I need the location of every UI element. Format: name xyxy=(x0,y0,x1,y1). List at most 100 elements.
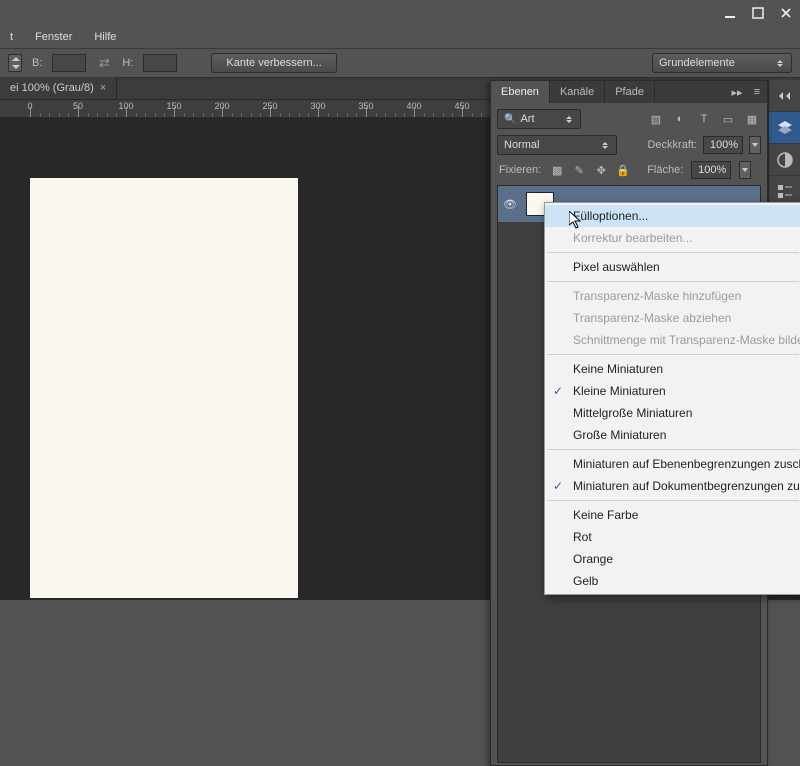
context-menu-item[interactable]: ✓ Kleine Miniaturen xyxy=(545,380,800,402)
ruler-tick-label: 100 xyxy=(118,101,133,111)
context-menu-item: Transparenz-Maske hinzufügen xyxy=(545,285,800,307)
options-bar: B: ⇄ H: Kante verbessern... Grundelement… xyxy=(0,48,800,78)
search-icon: 🔍 xyxy=(504,114,516,125)
chevron-updown-icon xyxy=(600,142,610,149)
panel-collapse-icon[interactable] xyxy=(769,80,800,112)
context-menu-label: Pixel auswählen xyxy=(573,260,660,274)
window-controls xyxy=(716,0,800,26)
context-menu-separator xyxy=(547,354,799,355)
context-menu-item: Korrektur bearbeiten... xyxy=(545,227,800,249)
context-menu-item[interactable]: Orange xyxy=(545,548,800,570)
filter-smart-icon[interactable]: ▦ xyxy=(743,110,761,128)
opacity-field[interactable]: 100% xyxy=(703,136,743,154)
right-dock xyxy=(768,80,800,208)
context-menu-item[interactable]: ✓ Miniaturen auf Dokumentbegrenzungen zus… xyxy=(545,475,800,497)
context-menu-item: Transparenz-Maske abziehen xyxy=(545,307,800,329)
context-menu-label: Miniaturen auf Ebenenbegrenzungen zuschn… xyxy=(573,457,800,471)
width-field[interactable] xyxy=(52,54,86,72)
context-menu-item[interactable]: Gelb xyxy=(545,570,800,592)
menu-item-truncated[interactable]: t xyxy=(6,29,17,45)
context-menu-label: Transparenz-Maske abziehen xyxy=(573,311,731,325)
context-menu-label: Mittelgroße Miniaturen xyxy=(573,406,692,420)
ruler-tick-label: 50 xyxy=(73,101,83,111)
height-label: H: xyxy=(122,57,133,69)
context-menu-item[interactable]: Mittelgroße Miniaturen xyxy=(545,402,800,424)
document-tab-title: ei 100% (Grau/8) xyxy=(10,82,94,94)
fill-caret[interactable] xyxy=(739,161,751,179)
context-menu-label: Keine Farbe xyxy=(573,508,638,522)
ruler-tick-label: 250 xyxy=(262,101,277,111)
opacity-label: Deckkraft: xyxy=(647,139,697,151)
context-menu-label: Große Miniaturen xyxy=(573,428,666,442)
context-menu-item[interactable]: Pixel auswählen xyxy=(545,256,800,278)
ruler-tick-label: 150 xyxy=(166,101,181,111)
workspace-preset-label: Grundelemente xyxy=(659,57,735,69)
blend-mode-dropdown[interactable]: Normal xyxy=(497,135,617,155)
check-icon: ✓ xyxy=(553,479,563,493)
ruler-tick-label: 350 xyxy=(358,101,373,111)
context-menu-label: Fülloptionen... xyxy=(573,209,648,223)
layer-filter-dropdown[interactable]: 🔍 Art xyxy=(497,109,581,129)
fill-label: Fläche: xyxy=(647,164,683,176)
ruler-tick-label: 200 xyxy=(214,101,229,111)
refine-edge-button[interactable]: Kante verbessern... xyxy=(211,53,336,73)
close-button[interactable] xyxy=(772,0,800,26)
context-menu-label: Kleine Miniaturen xyxy=(573,384,666,398)
panel-menu-icon[interactable]: ≡ xyxy=(747,81,767,103)
panel-tabs: Ebenen Kanäle Pfade ▸▸ ≡ xyxy=(491,81,767,103)
menubar: t Fenster Hilfe xyxy=(0,26,800,48)
tab-pfade[interactable]: Pfade xyxy=(605,81,655,103)
minimize-button[interactable] xyxy=(716,0,744,26)
context-menu-item[interactable]: Keine Miniaturen xyxy=(545,358,800,380)
maximize-button[interactable] xyxy=(744,0,772,26)
filter-shape-icon[interactable]: ▭ xyxy=(719,110,737,128)
document-tab[interactable]: ei 100% (Grau/8) × xyxy=(0,77,117,99)
lock-brush-icon[interactable]: ✎ xyxy=(571,162,587,178)
layers-panel-icon[interactable] xyxy=(769,112,800,144)
titlebar xyxy=(0,0,800,26)
menu-item-hilfe[interactable]: Hilfe xyxy=(90,29,120,45)
swap-icon[interactable]: ⇄ xyxy=(96,55,112,71)
height-field[interactable] xyxy=(143,54,177,72)
menu-item-fenster[interactable]: Fenster xyxy=(31,29,76,45)
context-menu-label: Miniaturen auf Dokumentbegrenzungen zusc… xyxy=(573,479,800,493)
lock-all-icon[interactable]: 🔒 xyxy=(615,162,631,178)
ruler-tick-label: 400 xyxy=(406,101,421,111)
filter-adjust-icon[interactable]: ◐ xyxy=(671,110,689,128)
panel-flyout-icon[interactable]: ▸▸ xyxy=(727,81,747,103)
context-menu-item[interactable]: Große Miniaturen xyxy=(545,424,800,446)
lock-transparency-icon[interactable]: ▩ xyxy=(549,162,565,178)
tab-ebenen[interactable]: Ebenen xyxy=(491,81,550,103)
context-menu-item[interactable]: Rot xyxy=(545,526,800,548)
width-label: B: xyxy=(32,57,42,69)
chevron-updown-icon xyxy=(564,116,574,123)
context-menu-label: Orange xyxy=(573,552,613,566)
blend-mode-value: Normal xyxy=(504,139,539,151)
visibility-icon[interactable]: 👁 xyxy=(502,198,518,211)
context-menu-item[interactable]: Fülloptionen... xyxy=(545,205,800,227)
layer-filter-label: Art xyxy=(520,113,534,125)
opacity-caret[interactable] xyxy=(749,136,761,154)
context-menu-separator xyxy=(547,252,799,253)
close-icon[interactable]: × xyxy=(100,82,106,94)
context-menu-label: Korrektur bearbeiten... xyxy=(573,231,692,245)
canvas[interactable] xyxy=(30,178,298,598)
fill-field[interactable]: 100% xyxy=(691,161,731,179)
filter-type-icon[interactable]: T xyxy=(695,110,713,128)
context-menu-label: Keine Miniaturen xyxy=(573,362,663,376)
context-menu-item[interactable]: Miniaturen auf Ebenenbegrenzungen zuschn… xyxy=(545,453,800,475)
context-menu-item[interactable]: Keine Farbe xyxy=(545,504,800,526)
ruler-tick-label: 300 xyxy=(310,101,325,111)
adjustments-panel-icon[interactable] xyxy=(769,144,800,176)
lock-label: Fixieren: xyxy=(499,164,541,176)
lock-position-icon[interactable]: ✥ xyxy=(593,162,609,178)
tab-kanaele[interactable]: Kanäle xyxy=(550,81,605,103)
context-menu-label: Schnittmenge mit Transparenz-Maske bilde… xyxy=(573,333,800,347)
options-spinner[interactable] xyxy=(8,54,22,72)
ruler-tick-label: 0 xyxy=(27,101,32,111)
workspace-preset-dropdown[interactable]: Grundelemente xyxy=(652,53,792,73)
filter-pixel-icon[interactable]: ▧ xyxy=(647,110,665,128)
context-menu-separator xyxy=(547,281,799,282)
context-menu-label: Rot xyxy=(573,530,592,544)
check-icon: ✓ xyxy=(553,384,563,398)
